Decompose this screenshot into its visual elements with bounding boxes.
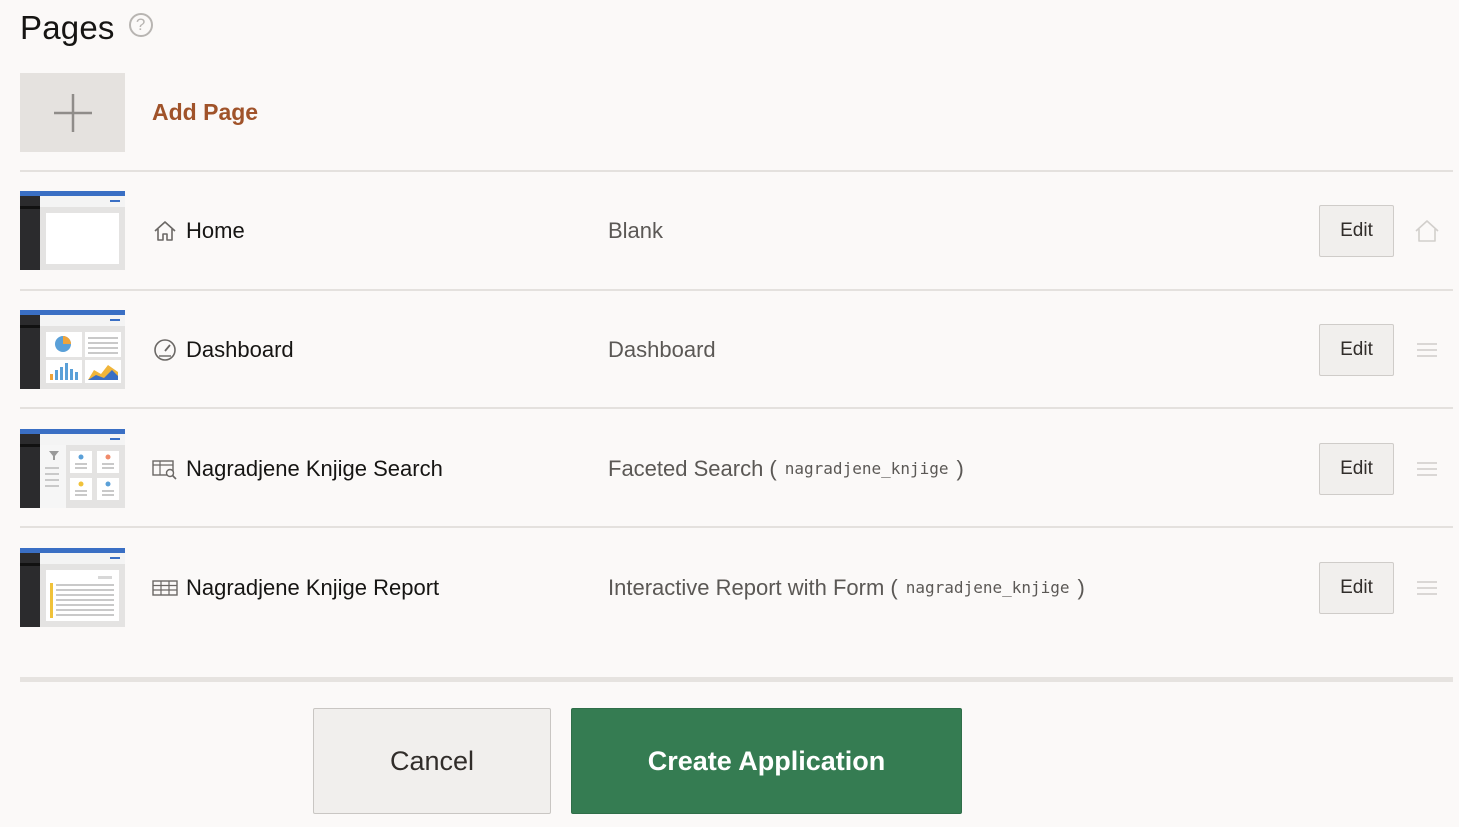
page-row-search: Nagradjene Knjige Search Faceted Search … — [20, 429, 1453, 509]
page-name-text: Dashboard — [186, 337, 294, 362]
faceted-search-icon — [152, 456, 178, 482]
dashboard-page-thumbnail — [20, 310, 125, 389]
edit-button[interactable]: Edit — [1319, 324, 1394, 376]
gauge-icon — [152, 337, 178, 363]
edit-button[interactable]: Edit — [1319, 562, 1394, 614]
divider — [20, 170, 1453, 172]
drag-handle-icon[interactable] — [1413, 574, 1441, 602]
page-type: Faceted Search ( nagradjene_knjige ) — [608, 429, 964, 509]
page-row-dashboard: Dashboard Dashboard Edit — [20, 310, 1453, 390]
page-name-text: Home — [186, 218, 245, 243]
add-page-tile[interactable] — [20, 73, 125, 152]
table-icon — [152, 575, 178, 601]
drag-handle-icon[interactable] — [1413, 336, 1441, 364]
add-page-link[interactable]: Add Page — [152, 99, 258, 126]
page-type: Dashboard — [608, 310, 716, 390]
page-type-text: Blank — [608, 218, 664, 243]
page-name: Home — [152, 191, 245, 271]
page-name: Nagradjene Knjige Report — [152, 548, 439, 628]
page-name-text: Nagradjene Knjige Search — [186, 456, 443, 481]
page-type-text: Interactive Report with Form — [608, 575, 885, 600]
paren-close: ) — [956, 456, 964, 481]
create-application-button[interactable]: Create Application — [571, 708, 962, 814]
add-page-row[interactable]: Add Page — [20, 73, 258, 152]
help-icon[interactable]: ? — [128, 13, 153, 37]
page-type-text: Dashboard — [608, 337, 716, 362]
page-source-table: nagradjene_knjige — [905, 577, 1070, 597]
divider — [20, 407, 1453, 409]
page-name-text: Nagradjene Knjige Report — [186, 575, 440, 600]
plus-icon — [53, 93, 92, 132]
home-outline-icon — [1413, 217, 1441, 245]
blank-page-thumbnail — [20, 191, 125, 270]
page-source-table: nagradjene_knjige — [784, 458, 949, 478]
home-icon — [152, 218, 178, 244]
page-row-home: Home Blank Edit — [20, 191, 1453, 271]
footer-divider — [20, 677, 1453, 682]
page-type: Blank — [608, 191, 663, 271]
divider — [20, 526, 1453, 528]
report-page-thumbnail — [20, 548, 125, 627]
paren-open: ( — [763, 456, 777, 481]
divider — [20, 289, 1453, 291]
paren-open: ( — [884, 575, 898, 600]
page-type: Interactive Report with Form ( nagradjen… — [608, 548, 1085, 628]
drag-handle-icon[interactable] — [1413, 455, 1441, 483]
page-title: Pages — [20, 9, 115, 46]
paren-close: ) — [1077, 575, 1085, 600]
page-row-report: Nagradjene Knjige Report Interactive Rep… — [20, 548, 1453, 628]
faceted-search-thumbnail — [20, 429, 125, 508]
page-name: Nagradjene Knjige Search — [152, 429, 443, 509]
edit-button[interactable]: Edit — [1319, 443, 1394, 495]
cancel-button[interactable]: Cancel — [313, 708, 551, 814]
page-type-text: Faceted Search — [608, 456, 764, 481]
edit-button[interactable]: Edit — [1319, 205, 1394, 257]
page-header: Pages ? — [20, 6, 153, 50]
page-name: Dashboard — [152, 310, 294, 390]
